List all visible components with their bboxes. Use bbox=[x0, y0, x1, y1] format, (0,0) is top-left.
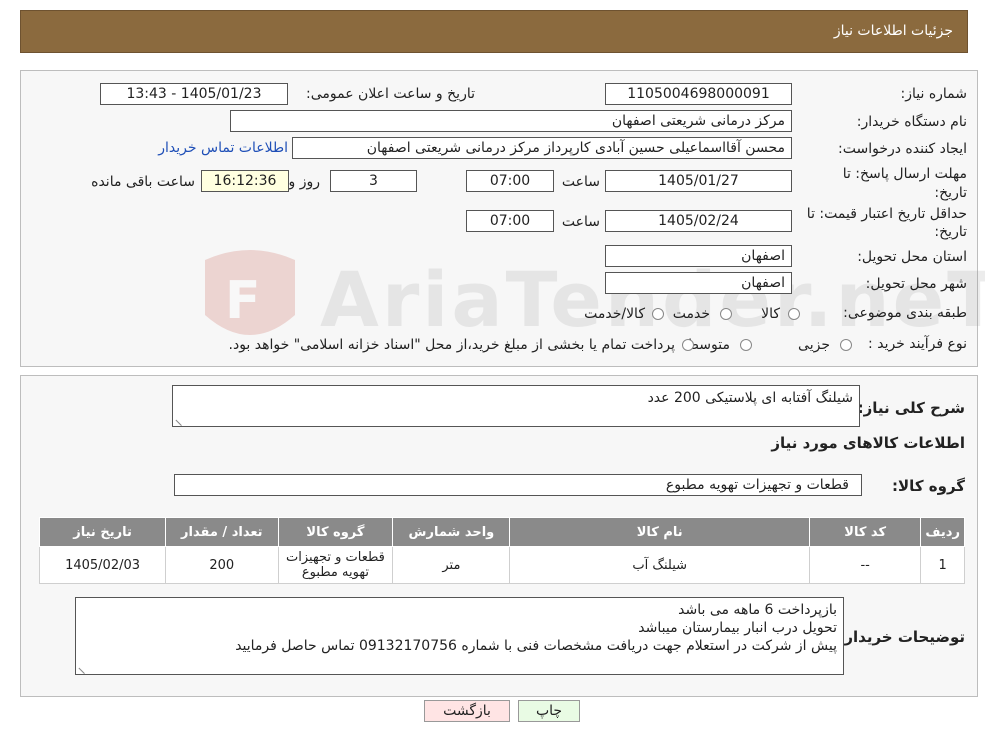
days-label: روز و bbox=[288, 174, 321, 190]
buyer-notes-line: تحویل درب انبار بیمارستان میباشد bbox=[638, 620, 837, 636]
col-goods-group: گروه کالا bbox=[277, 517, 394, 547]
city-label: شهر محل تحویل: bbox=[865, 276, 967, 292]
validity-label-line2: تاریخ: bbox=[934, 224, 967, 240]
buyer-notes-label: توضیحات خریدار: bbox=[838, 628, 965, 646]
back-button[interactable]: بازگشت bbox=[424, 700, 510, 722]
category-label: طبقه بندی موضوعی: bbox=[843, 305, 967, 321]
category-service-radio[interactable] bbox=[720, 308, 732, 320]
announce-datetime-field: 1405/01/23 - 13:43 bbox=[100, 83, 288, 105]
creator-field: محسن آقااسماعیلی حسین آبادی کارپرداز مرک… bbox=[292, 137, 792, 159]
table-row: 1405/02/03 200 قطعات و تجهیزات تهویه مطب… bbox=[38, 546, 965, 584]
creator-label: ایجاد کننده درخواست: bbox=[838, 141, 967, 157]
general-desc-text: شیلنگ آفتابه ای پلاستیکی 200 عدد bbox=[647, 390, 853, 406]
deadline-date-field: 1405/01/27 bbox=[605, 170, 792, 192]
process-minor-option: جزیی bbox=[798, 337, 830, 353]
cell-goods-code: -- bbox=[808, 546, 922, 584]
validity-label-line1: حداقل تاریخ اعتبار قیمت: تا bbox=[806, 206, 967, 222]
buyer-notes-line: بازپرداخت 6 ماهه می باشد bbox=[678, 602, 837, 618]
resize-handle-icon[interactable] bbox=[78, 661, 91, 674]
province-field: اصفهان bbox=[605, 245, 792, 267]
cell-unit: متر bbox=[392, 546, 511, 584]
cell-goods-group: قطعات و تجهیزات تهویه مطبوع bbox=[277, 546, 394, 584]
page-title-bar: جزئیات اطلاعات نیاز bbox=[20, 10, 968, 53]
category-goods-service-option: کالا/خدمت bbox=[584, 306, 645, 322]
treasury-note: پرداخت تمام یا بخشی از مبلغ خرید،از محل … bbox=[228, 337, 675, 353]
category-goods-option: کالا bbox=[761, 306, 780, 322]
process-type-label: نوع فرآیند خرید : bbox=[868, 336, 967, 352]
need-number-field: 1105004698000091 bbox=[605, 83, 792, 105]
remaining-label: ساعت باقی مانده bbox=[91, 174, 195, 190]
watermark-text: AriaTender.neT bbox=[320, 255, 985, 344]
col-goods-code: کد کالا bbox=[808, 517, 922, 547]
deadline-time-field: 07:00 bbox=[466, 170, 554, 192]
city-field: اصفهان bbox=[605, 272, 792, 294]
buyer-org-label: نام دستگاه خریدار: bbox=[856, 114, 967, 130]
deadline-label-line2: تاریخ: bbox=[934, 185, 967, 201]
validity-date-field: 1405/02/24 bbox=[605, 210, 792, 232]
buyer-notes-textarea[interactable]: بازپرداخت 6 ماهه می باشد تحویل درب انبار… bbox=[75, 597, 844, 675]
items-table-header-row: تاریخ نیاز تعداد / مقدار گروه کالا واحد … bbox=[38, 517, 965, 547]
col-unit: واحد شمارش bbox=[392, 517, 511, 547]
announce-label: تاریخ و ساعت اعلان عمومی: bbox=[306, 86, 475, 102]
page-title: جزئیات اطلاعات نیاز bbox=[833, 23, 953, 39]
general-desc-textarea[interactable]: شیلنگ آفتابه ای پلاستیکی 200 عدد bbox=[172, 385, 860, 427]
col-need-date: تاریخ نیاز bbox=[38, 517, 167, 547]
col-row-number: ردیف bbox=[920, 517, 965, 547]
buyer-contact-link[interactable]: اطلاعات تماس خریدار bbox=[158, 140, 288, 156]
buyer-notes-line: پیش از شرکت در استعلام جهت دریافت مشخصات… bbox=[235, 638, 837, 654]
general-desc-label: شرح کلی نیاز: bbox=[857, 399, 965, 417]
category-goods-service-radio[interactable] bbox=[652, 308, 664, 320]
cell-quantity: 200 bbox=[165, 546, 279, 584]
deadline-time-label: ساعت bbox=[561, 174, 600, 190]
process-minor-radio[interactable] bbox=[840, 339, 852, 351]
validity-time-field: 07:00 bbox=[466, 210, 554, 232]
items-table: تاریخ نیاز تعداد / مقدار گروه کالا واحد … bbox=[38, 517, 965, 584]
cell-need-date: 1405/02/03 bbox=[38, 546, 167, 584]
category-service-option: خدمت bbox=[672, 306, 710, 322]
print-button[interactable]: چاپ bbox=[518, 700, 580, 722]
svg-text:F: F bbox=[225, 271, 261, 331]
cell-goods-name: شیلنگ آب bbox=[509, 546, 810, 584]
process-medium-radio[interactable] bbox=[740, 339, 752, 351]
need-number-label: شماره نیاز: bbox=[900, 86, 968, 102]
resize-handle-icon[interactable] bbox=[175, 413, 188, 426]
deadline-label-line1: مهلت ارسال پاسخ: تا bbox=[842, 166, 967, 182]
buyer-org-field: مرکز درمانی شریعتی اصفهان bbox=[230, 110, 792, 132]
goods-info-title: اطلاعات کالاهای مورد نیاز bbox=[771, 434, 965, 452]
goods-group-field: قطعات و تجهیزات تهویه مطبوع bbox=[174, 474, 862, 496]
treasury-note-checkbox[interactable] bbox=[682, 339, 694, 351]
remaining-days-field: 3 bbox=[330, 170, 417, 192]
col-quantity: تعداد / مقدار bbox=[165, 517, 279, 547]
goods-group-label: گروه کالا: bbox=[892, 477, 965, 495]
validity-time-label: ساعت bbox=[561, 214, 600, 230]
category-goods-radio[interactable] bbox=[788, 308, 800, 320]
cell-row-number: 1 bbox=[920, 546, 965, 584]
remaining-time-field: 16:12:36 bbox=[201, 170, 289, 192]
col-goods-name: نام کالا bbox=[509, 517, 810, 547]
province-label: استان محل تحویل: bbox=[857, 249, 967, 265]
